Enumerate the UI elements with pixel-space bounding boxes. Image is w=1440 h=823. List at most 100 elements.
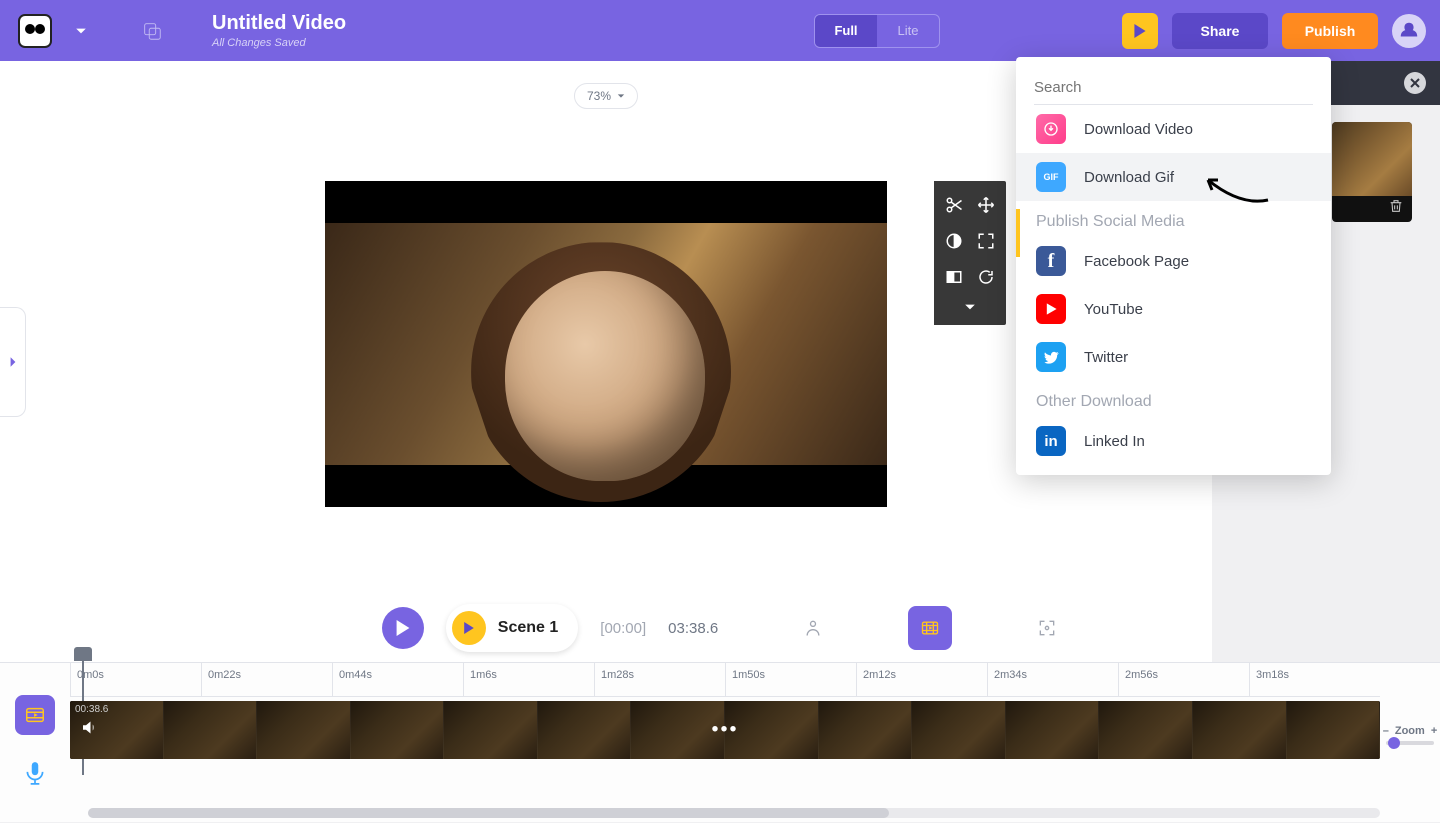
- app-logo[interactable]: [0, 0, 70, 61]
- time-tick: 2m12s: [856, 663, 987, 697]
- linkedin-icon: in: [1036, 426, 1066, 456]
- top-right-actions: Share Publish: [1122, 13, 1426, 49]
- youtube-option[interactable]: YouTube: [1016, 285, 1331, 333]
- mode-lite[interactable]: Lite: [877, 15, 939, 47]
- timeline-track-icons: [0, 663, 70, 823]
- video-preview[interactable]: [325, 181, 887, 507]
- time-tick: 1m6s: [463, 663, 594, 697]
- focus-tool[interactable]: [1036, 617, 1058, 639]
- new-item-button[interactable]: [92, 20, 212, 42]
- zoom-slider[interactable]: [1386, 741, 1434, 745]
- clip-frame: [725, 701, 819, 759]
- timeline-body: 0m0s0m22s0m44s1m6s1m28s1m50s2m12s2m34s2m…: [70, 663, 1380, 822]
- twitter-label: Twitter: [1084, 349, 1128, 366]
- facebook-icon: f: [1036, 246, 1066, 276]
- share-button[interactable]: Share: [1172, 13, 1268, 49]
- clip-preview-card[interactable]: [1332, 122, 1412, 222]
- timeline: 0m0s0m22s0m44s1m6s1m28s1m50s2m12s2m34s2m…: [0, 662, 1440, 822]
- clip-frame: [164, 701, 258, 759]
- playback-controls: Scene 1 [00:00] 03:38.6: [0, 592, 1440, 664]
- preview-button[interactable]: [1122, 13, 1158, 49]
- time-tick: 1m28s: [594, 663, 725, 697]
- twitter-icon: [1036, 342, 1066, 372]
- cut-tool[interactable]: [945, 196, 963, 219]
- close-panel-button[interactable]: [1404, 72, 1426, 94]
- download-video-option[interactable]: Download Video: [1016, 105, 1331, 153]
- publish-dropdown: Download Video GIF Download Gif Publish …: [1016, 57, 1331, 475]
- user-avatar[interactable]: [1392, 14, 1426, 48]
- scene-selector[interactable]: Scene 1: [446, 604, 578, 652]
- contrast-tool[interactable]: [945, 232, 963, 255]
- clip-frame: [819, 701, 913, 759]
- time-tick: 3m18s: [1249, 663, 1380, 697]
- video-clip-strip[interactable]: 00:38.6 •••: [70, 701, 1380, 759]
- video-track-button[interactable]: [15, 695, 55, 735]
- clip-frame: [351, 701, 445, 759]
- move-icon: [977, 196, 995, 214]
- rotate-tool[interactable]: [977, 268, 995, 291]
- video-frame: [325, 223, 887, 465]
- contrast-icon: [945, 232, 963, 250]
- expand-sidebar[interactable]: [0, 307, 26, 417]
- time-tick: 1m50s: [725, 663, 856, 697]
- clip-frame: [444, 701, 538, 759]
- zoom-selector[interactable]: 73%: [574, 83, 638, 109]
- timeline-zoom: – Zoom +: [1380, 725, 1440, 745]
- clip-frame: [538, 701, 632, 759]
- clip-timecode: 00:38.6: [75, 704, 108, 715]
- duplicate-icon: [141, 20, 163, 42]
- clip-more-icon[interactable]: •••: [711, 719, 738, 742]
- time-tick: 0m0s: [70, 663, 201, 697]
- timeline-scrollbar[interactable]: [88, 808, 1380, 818]
- close-icon: [1410, 78, 1420, 88]
- half-tool[interactable]: [945, 268, 963, 291]
- zoom-in[interactable]: +: [1431, 725, 1437, 737]
- title-area: Untitled Video All Changes Saved: [212, 12, 632, 49]
- fit-tool[interactable]: [977, 232, 995, 255]
- scene-play-icon: [452, 611, 486, 645]
- time-elapsed: [00:00]: [600, 620, 646, 637]
- download-gif-option[interactable]: GIF Download Gif: [1016, 153, 1331, 201]
- save-status: All Changes Saved: [212, 37, 632, 49]
- presenter-tool[interactable]: [802, 617, 824, 639]
- move-tool[interactable]: [977, 196, 995, 219]
- expand-tools[interactable]: [964, 297, 976, 317]
- audio-track-button[interactable]: [15, 753, 55, 793]
- mode-full[interactable]: Full: [815, 15, 877, 47]
- play-button[interactable]: [382, 607, 424, 649]
- social-section-label: Publish Social Media: [1016, 201, 1331, 237]
- chevron-down-icon: [75, 25, 87, 37]
- split-icon: [945, 268, 963, 286]
- clip-frame: [1006, 701, 1100, 759]
- time-ruler[interactable]: 0m0s0m22s0m44s1m6s1m28s1m50s2m12s2m34s2m…: [70, 663, 1380, 697]
- person-icon: [803, 618, 823, 638]
- facebook-option[interactable]: f Facebook Page: [1016, 237, 1331, 285]
- gif-icon: GIF: [1036, 162, 1066, 192]
- avatar-icon: [1398, 20, 1420, 42]
- dropdown-search-input[interactable]: [1034, 71, 1313, 105]
- clip-frame: [1193, 701, 1287, 759]
- zoom-out[interactable]: –: [1383, 725, 1389, 737]
- publish-button[interactable]: Publish: [1282, 13, 1378, 49]
- fit-icon: [977, 232, 995, 250]
- time-tick: 0m22s: [201, 663, 332, 697]
- clip-frame: [257, 701, 351, 759]
- edit-tool-palette: [934, 181, 1006, 325]
- mode-toggle: Full Lite: [814, 14, 940, 48]
- project-menu-caret[interactable]: [70, 0, 92, 61]
- project-title[interactable]: Untitled Video: [212, 12, 632, 35]
- linkedin-label: Linked In: [1084, 433, 1145, 450]
- time-tick: 0m44s: [332, 663, 463, 697]
- clip-frame: [1099, 701, 1193, 759]
- time-tick: 2m34s: [987, 663, 1118, 697]
- zoom-value: 73%: [587, 89, 611, 103]
- rotate-icon: [977, 268, 995, 286]
- play-icon: [1133, 24, 1147, 38]
- video-mode[interactable]: [908, 606, 952, 650]
- chevron-right-icon: [7, 356, 19, 368]
- clip-volume-icon[interactable]: [80, 719, 98, 742]
- other-section-label: Other Download: [1016, 381, 1331, 417]
- delete-clip-button[interactable]: [1384, 194, 1408, 218]
- linkedin-option[interactable]: in Linked In: [1016, 417, 1331, 465]
- twitter-option[interactable]: Twitter: [1016, 333, 1331, 381]
